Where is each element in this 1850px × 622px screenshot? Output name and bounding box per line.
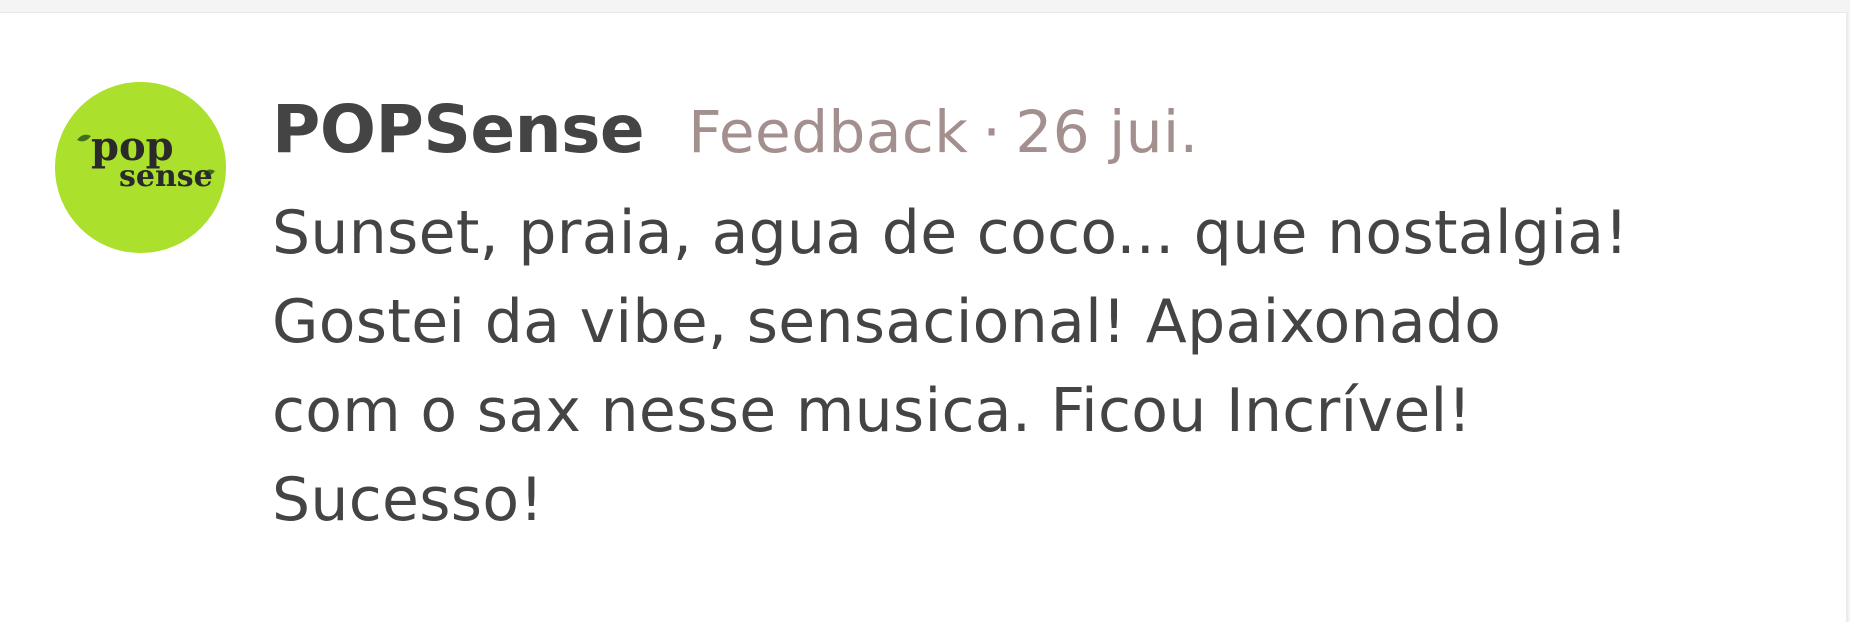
svg-text:sense: sense — [119, 159, 213, 194]
timestamp: 26 jui. — [1015, 98, 1199, 166]
comment-meta: Feedback · 26 jui. — [688, 98, 1198, 166]
comment-text: Sunset, praia, agua de coco... que nosta… — [272, 198, 1629, 535]
comment-card: pop sense POPSense Feedback · 26 jui. Suns… — [0, 12, 1848, 622]
author-name[interactable]: POPSense — [272, 91, 645, 168]
avatar[interactable]: pop sense — [55, 82, 226, 253]
separator: · — [982, 98, 1002, 166]
comment-header: POPSense Feedback · 26 jui. — [272, 91, 1812, 181]
tag-label[interactable]: Feedback — [688, 98, 968, 166]
popsense-logo-icon: pop sense — [55, 82, 226, 253]
comment-content: POPSense Feedback · 26 jui. Sunset, praia,… — [272, 91, 1812, 545]
